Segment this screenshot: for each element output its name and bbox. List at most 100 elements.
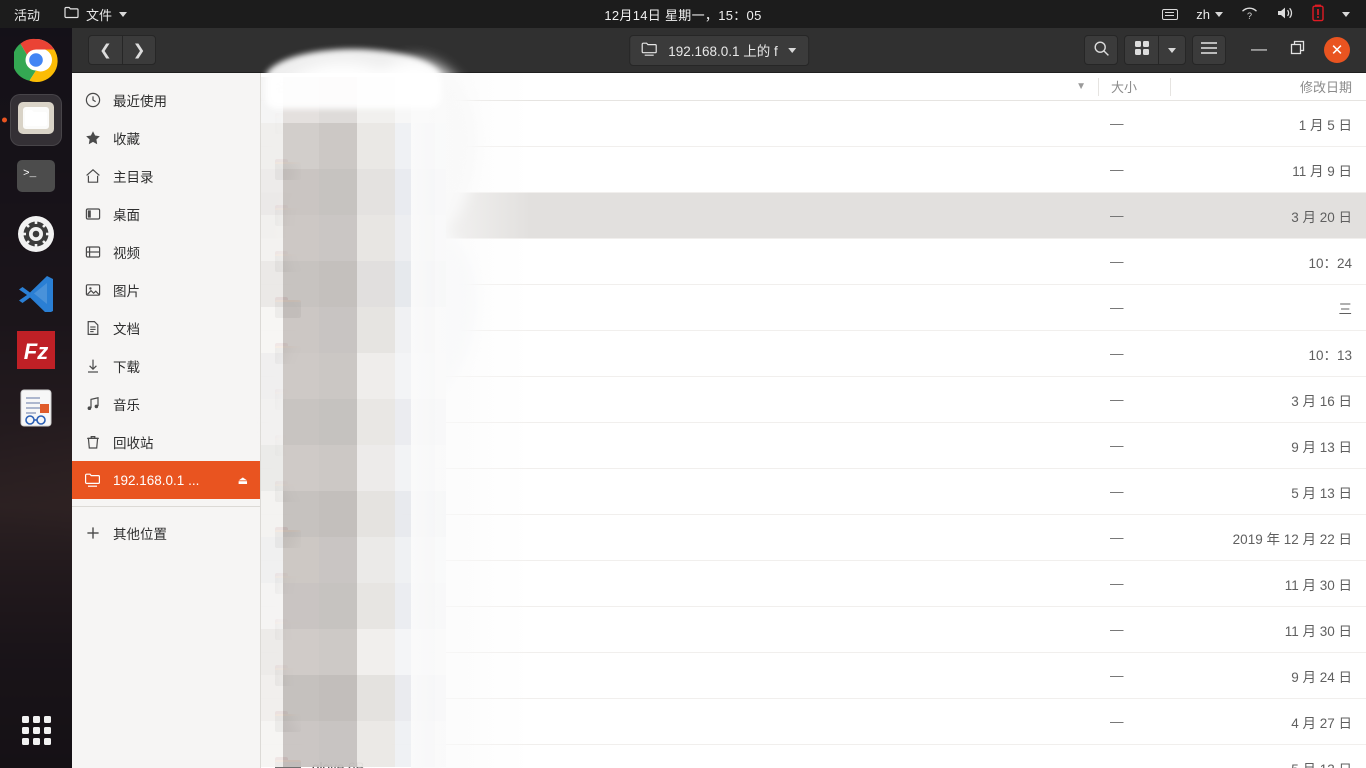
column-header-date-label: 修改日期	[1299, 80, 1352, 95]
main-menu-button[interactable]	[1192, 35, 1226, 65]
forward-button[interactable]: ❯	[122, 35, 156, 65]
keyboard-icon	[1162, 8, 1179, 20]
network-indicator[interactable]: ?	[1233, 0, 1266, 28]
column-header-name[interactable]: 名称 ▼	[261, 77, 1098, 96]
table-row[interactable]: — 11 月 30 日	[261, 607, 1366, 653]
sidebar-item-7[interactable]: 下载	[72, 347, 260, 385]
minimize-button[interactable]: —	[1248, 39, 1270, 61]
window-headerbar: ❮ ❯ 192.168.0.1 上的 f — ✕	[72, 28, 1366, 73]
file-size-cell: —	[1110, 392, 1124, 407]
table-row[interactable]: — 1 月 5 日	[261, 101, 1366, 147]
svg-text:Fz: Fz	[24, 339, 48, 364]
dock-item-vscode[interactable]	[10, 268, 62, 320]
svg-text:>_: >_	[23, 168, 37, 180]
dock-item-settings[interactable]	[10, 210, 62, 262]
document-icon	[84, 320, 101, 337]
folder-icon	[275, 435, 301, 456]
file-name-cell	[261, 435, 1098, 456]
file-size-cell: —	[1110, 300, 1124, 315]
sidebar-item-9[interactable]: 回收站	[72, 423, 260, 461]
file-size-cell: —	[1110, 438, 1124, 453]
sidebar-item-1[interactable]: 收藏	[72, 119, 260, 157]
folder-icon	[275, 113, 301, 134]
table-row[interactable]: — 11 月 30 日	[261, 561, 1366, 607]
app-menu-button[interactable]: 文件	[54, 0, 137, 28]
table-row[interactable]: glove.6B — 5 月 13 日	[261, 745, 1366, 768]
input-language-indicator[interactable]: zh	[1188, 0, 1231, 28]
table-row[interactable]: — 11 月 9 日	[261, 147, 1366, 193]
film-icon	[84, 244, 101, 261]
path-button[interactable]: 192.168.0.1 上的 f	[629, 34, 809, 66]
activities-button[interactable]: 活动	[0, 0, 54, 28]
dock-item-terminal[interactable]: >_	[10, 152, 62, 204]
status-area: zh ?	[1154, 0, 1366, 28]
sidebar-item-6[interactable]: 文档	[72, 309, 260, 347]
file-date-cell: 3 月 16 日	[1291, 393, 1352, 409]
sidebar-item-4[interactable]: 视频	[72, 233, 260, 271]
headerbar-actions: — ✕	[1084, 35, 1360, 65]
dock-item-document-reader[interactable]	[10, 384, 62, 436]
table-row[interactable]: oad — 2019 年 12 月 22 日	[261, 515, 1366, 561]
file-date-cell: 11 月 30 日	[1284, 577, 1352, 593]
column-header-date[interactable]: 修改日期	[1170, 77, 1366, 96]
table-row[interactable]: — 9 月 13 日	[261, 423, 1366, 469]
sidebar-item-5[interactable]: 图片	[72, 271, 260, 309]
dock-item-files[interactable]	[10, 94, 62, 146]
close-button[interactable]: ✕	[1324, 37, 1350, 63]
sidebar-item-10[interactable]: 192.168.0.1 ... ⏏	[72, 461, 260, 499]
file-date-cell: 11 月 30 日	[1284, 623, 1352, 639]
table-row[interactable]: — 9 月 24 日	[261, 653, 1366, 699]
grid-view-button[interactable]	[1124, 35, 1158, 65]
folder-icon	[275, 205, 301, 226]
view-options-button[interactable]	[1158, 35, 1186, 65]
file-size-cell: —	[1110, 530, 1124, 545]
file-size-cell: —	[1110, 254, 1124, 269]
file-name-cell	[261, 389, 1098, 410]
table-row[interactable]: — 三	[261, 285, 1366, 331]
back-button[interactable]: ❮	[88, 35, 122, 65]
search-button[interactable]	[1084, 35, 1118, 65]
battery-indicator[interactable]	[1304, 0, 1332, 28]
sidebar-item-3[interactable]: 桌面	[72, 195, 260, 233]
volume-indicator[interactable]	[1268, 0, 1302, 28]
dock-item-filezilla[interactable]: Fz	[10, 326, 62, 378]
table-row[interactable]: — 3 月 16 日	[261, 377, 1366, 423]
system-menu-button[interactable]	[1334, 0, 1358, 28]
file-name-cell	[261, 159, 1098, 180]
places-sidebar: 最近使用 收藏 主目录桌面视频 图片 文档下载音乐 回收站 192.168.0.1 ... ⏏…	[72, 73, 261, 768]
folder-icon	[275, 389, 301, 410]
language-label: zh	[1196, 6, 1210, 22]
table-row[interactable]: — 10：13	[261, 331, 1366, 377]
sidebar-item-8[interactable]: 音乐	[72, 385, 260, 423]
trash-icon	[84, 434, 101, 451]
sidebar-item-2[interactable]: 主目录	[72, 157, 260, 195]
folder-icon	[275, 711, 301, 732]
grid-view-icon	[1134, 40, 1150, 60]
eject-icon[interactable]: ⏏	[238, 474, 248, 487]
table-row[interactable]: — 10：24	[261, 239, 1366, 285]
navigation-buttons: ❮ ❯	[88, 35, 156, 65]
column-header-size[interactable]: 大小	[1098, 77, 1170, 96]
folder-icon	[275, 343, 301, 364]
file-name-cell	[261, 619, 1098, 640]
file-name-cell: oad	[261, 527, 1098, 548]
show-applications-button[interactable]	[10, 704, 62, 756]
table-row[interactable]: — 3 月 20 日	[261, 193, 1366, 239]
sidebar-item-11[interactable]: 其他位置	[72, 514, 260, 552]
chevron-down-icon	[787, 47, 796, 53]
keyboard-indicator[interactable]	[1154, 0, 1186, 28]
dock-item-google-chrome[interactable]	[10, 36, 62, 88]
table-row[interactable]: — 4 月 27 日	[261, 699, 1366, 745]
sidebar-item-0[interactable]: 最近使用	[72, 81, 260, 119]
file-name-cell: glove.6B	[261, 757, 1098, 768]
sidebar-item-label: 192.168.0.1 ...	[113, 472, 200, 488]
maximize-button[interactable]	[1286, 39, 1308, 61]
image-icon	[84, 282, 101, 299]
file-date-cell: 5 月 13 日	[1291, 485, 1352, 501]
sidebar-item-label: 桌面	[113, 208, 140, 223]
files-icon	[16, 98, 56, 143]
file-rows: —1 月 5 日 —11 月 9 日 —3 月 20 日 —10：24— 三 —10：13…	[261, 101, 1366, 768]
chrome-icon	[12, 38, 58, 87]
sidebar-item-label: 下载	[113, 360, 140, 375]
table-row[interactable]: — 5 月 13 日	[261, 469, 1366, 515]
